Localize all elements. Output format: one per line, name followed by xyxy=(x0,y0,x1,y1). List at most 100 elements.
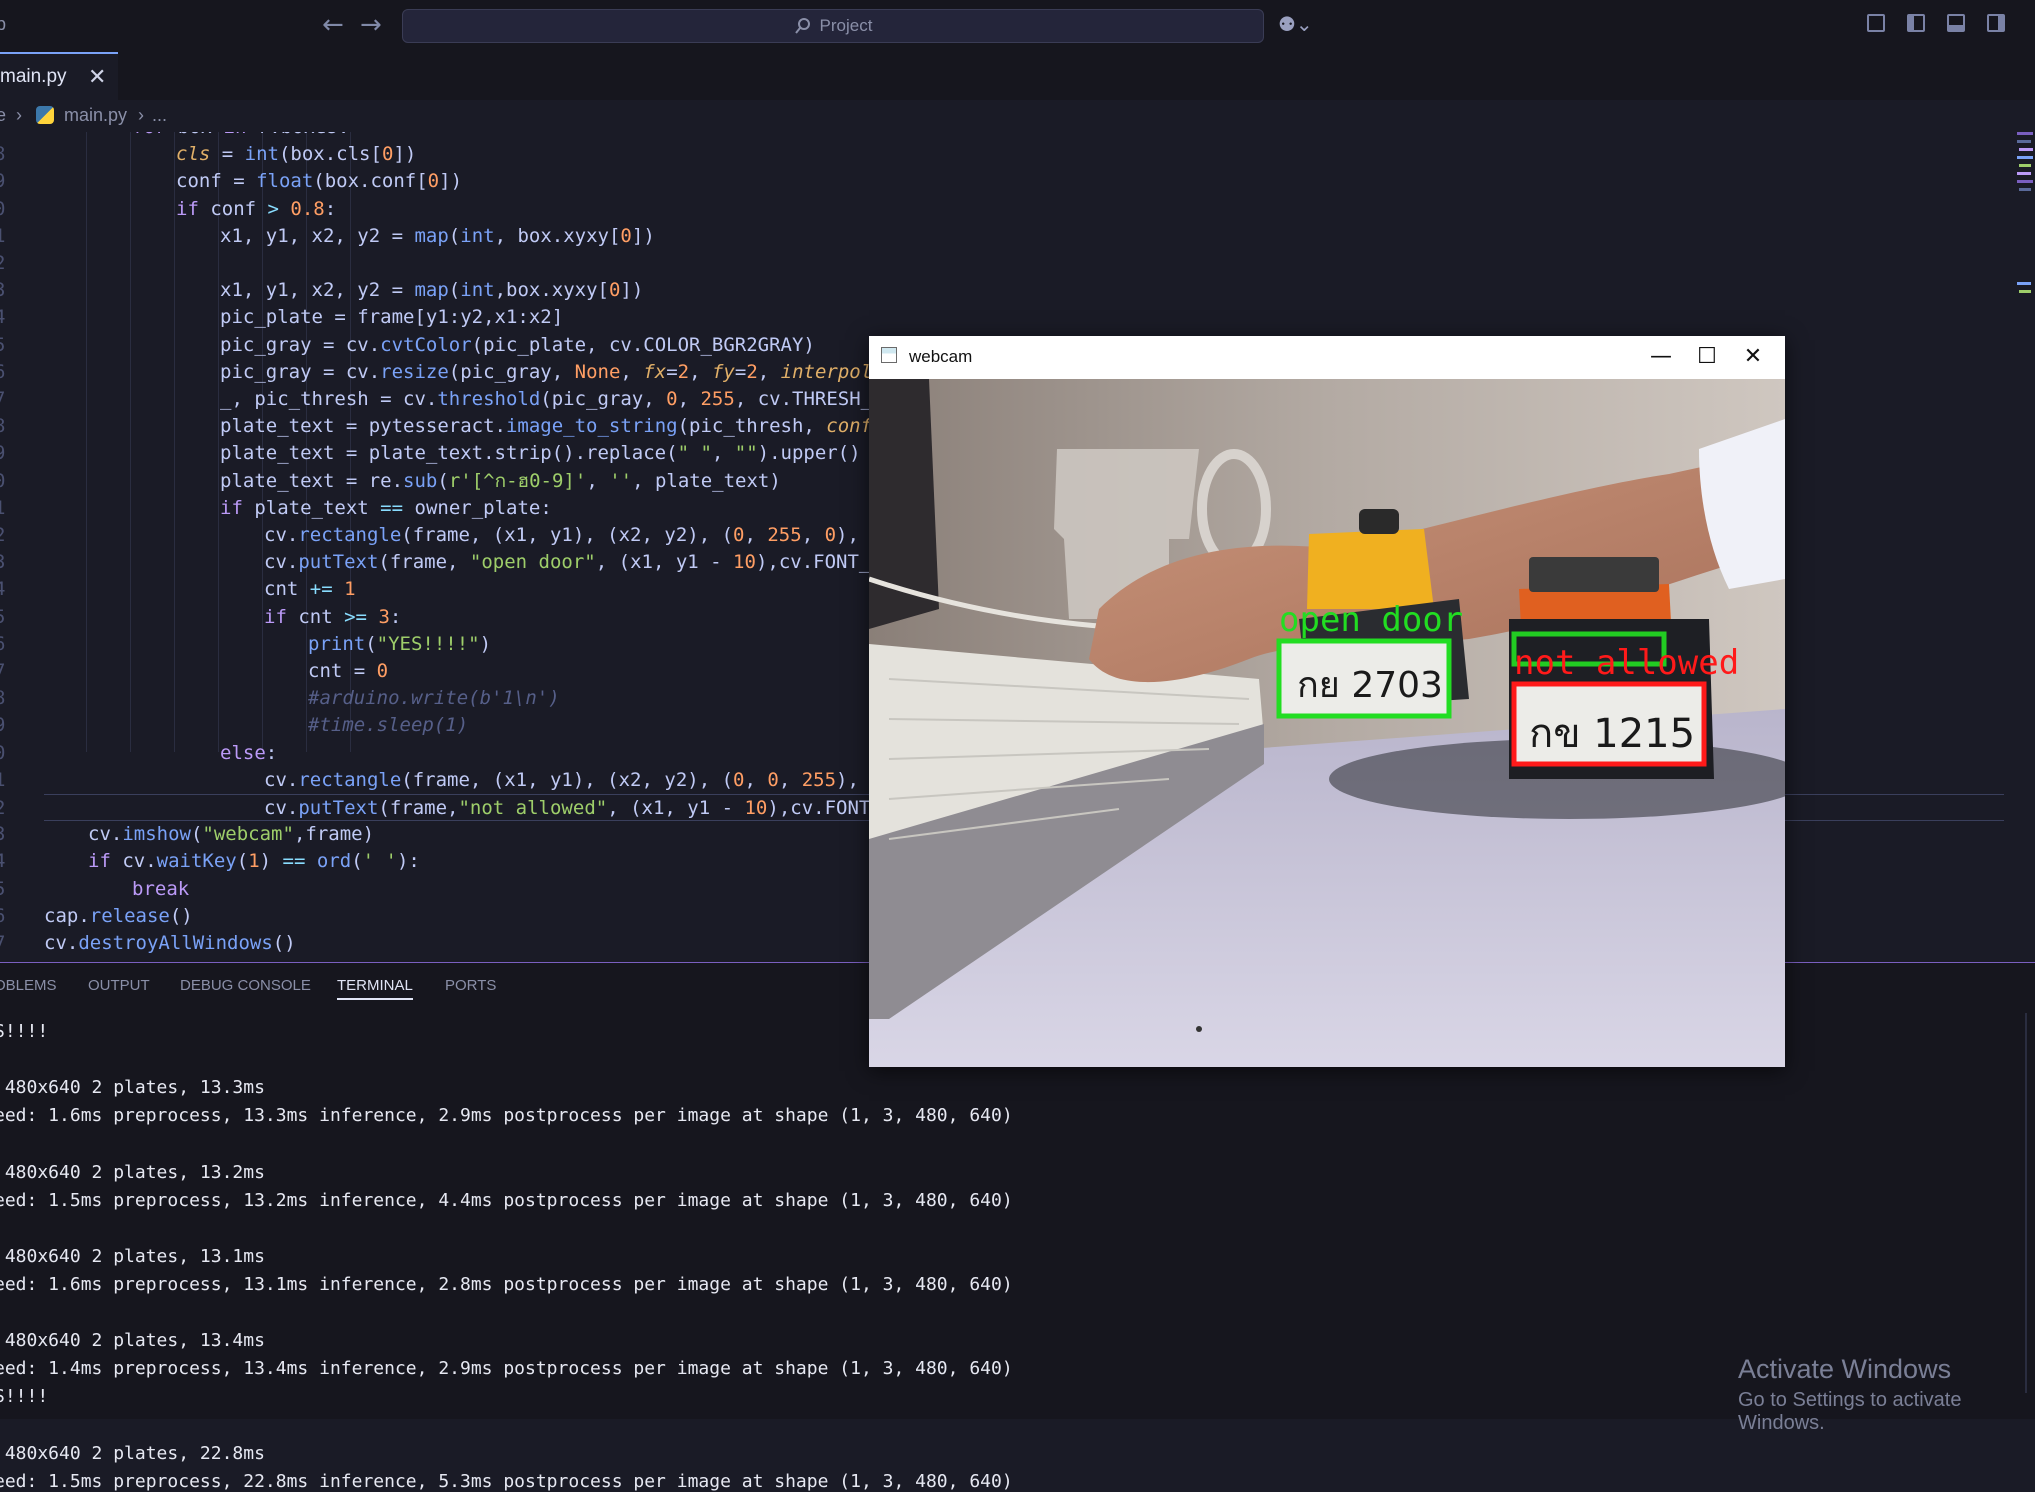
code-token: 1 xyxy=(248,850,260,873)
webcam-title-bar[interactable]: webcam — ☐ ✕ xyxy=(869,336,1785,379)
code-line[interactable]: 2 xyxy=(0,250,2000,277)
code-token: x1, y1, x2, y2 = xyxy=(220,224,415,247)
code-line[interactable]: 7 for box in r.boxes: xyxy=(0,132,2000,141)
code-token: ( xyxy=(437,469,449,492)
plate-text-red: กข 1215 xyxy=(1529,711,1695,757)
code-token: ( xyxy=(448,279,461,302)
line-number: 9 xyxy=(0,168,14,195)
desk-speck xyxy=(1196,1026,1202,1032)
tab-problems[interactable]: OBLEMS xyxy=(0,977,57,994)
copilot-icon[interactable]: ⚉⌄ xyxy=(1278,12,1313,36)
code-token: ]) xyxy=(393,143,417,166)
code-token: in xyxy=(224,132,258,138)
code-line[interactable]: 3 x1, y1, x2, y2 = map(int,box.xyxy[0]) xyxy=(0,277,2000,304)
code-token: cv. xyxy=(88,823,123,846)
code-token: imshow xyxy=(122,823,191,846)
breadcrumb-folder[interactable]: e xyxy=(0,105,6,126)
python-file-icon xyxy=(36,106,54,124)
minimap[interactable] xyxy=(2015,132,2035,312)
code-line[interactable]: 4 pic_plate = frame[y1:y2,x1:x2] xyxy=(0,304,2000,331)
tab-ports[interactable]: PORTS xyxy=(445,977,496,994)
code-token: "open door" xyxy=(469,551,596,574)
line-code: cv.rectangle(frame, (x1, y1), (x2, y2), … xyxy=(264,522,893,549)
code-token: ) xyxy=(259,850,283,873)
code-line[interactable]: 9 conf = float(box.conf[0]) xyxy=(0,168,2000,195)
minimize-button[interactable]: — xyxy=(1641,342,1681,372)
terminal-line: eed: 1.6ms preprocess, 13.3ms inference,… xyxy=(0,1105,1013,1127)
code-token: cv. xyxy=(264,524,299,546)
tab-main-py[interactable]: main.py ✕ xyxy=(0,52,118,100)
line-number: 8 xyxy=(0,141,14,168)
close-window-button[interactable]: ✕ xyxy=(1733,342,1773,372)
editor-tab-bar: main.py ✕ xyxy=(0,52,2035,100)
line-code: if conf > 0.8: xyxy=(176,196,336,223)
code-token: destroyAllWindows xyxy=(78,932,273,954)
toggle-secondary-sidebar-icon[interactable] xyxy=(1987,14,2005,32)
toggle-panel-icon[interactable] xyxy=(1947,14,1965,32)
terminal-scrollbar[interactable] xyxy=(2025,1013,2027,1393)
code-token: fx xyxy=(643,360,667,383)
code-token: pic_gray = cv. xyxy=(220,333,381,356)
line-code: cv.putText(frame,"not allowed", (x1, y1 … xyxy=(264,795,962,822)
tab-output[interactable]: OUTPUT xyxy=(88,977,150,994)
code-token: cnt xyxy=(298,605,345,628)
code-token: ( xyxy=(365,632,377,655)
line-code: cv.putText(frame, "open door", (x1, y1 -… xyxy=(264,549,950,576)
terminal-line: 480x640 2 plates, 22.8ms xyxy=(0,1442,265,1464)
line-number: 5 xyxy=(0,604,14,631)
code-token: 0 xyxy=(381,143,394,166)
code-token: cnt = xyxy=(308,660,377,682)
code-token: pic_gray = cv. xyxy=(220,360,381,383)
breadcrumb-file[interactable]: main.py xyxy=(64,105,127,126)
code-token: (frame, (x1, y1), (x2, y2), ( xyxy=(401,768,734,791)
line-number: 1 xyxy=(0,223,14,250)
code-token: 10 xyxy=(733,551,756,574)
code-token: "" xyxy=(734,442,758,465)
customize-layout-icon[interactable] xyxy=(1867,14,1885,32)
line-number: 8 xyxy=(0,413,14,440)
breadcrumb-symbol[interactable]: ... xyxy=(152,105,167,126)
command-center-search[interactable]: Project xyxy=(402,9,1264,43)
close-icon[interactable]: ✕ xyxy=(88,64,106,90)
code-token: , xyxy=(801,524,825,546)
toggle-primary-sidebar-icon[interactable] xyxy=(1907,14,1925,32)
code-token: (box.cls[ xyxy=(278,143,382,166)
code-token: ' ' xyxy=(362,850,397,873)
code-line[interactable]: 0 if conf > 0.8: xyxy=(0,196,2000,223)
code-token: int xyxy=(460,279,495,302)
line-number: 6 xyxy=(0,631,14,658)
code-token: 0.8 xyxy=(290,197,325,220)
watermark-title: Activate Windows xyxy=(1738,1354,1952,1384)
terminal-line: eed: 1.6ms preprocess, 13.1ms inference,… xyxy=(0,1273,1013,1295)
title-bar: p ← → Project ⚉⌄ xyxy=(0,0,2035,52)
line-number: 6 xyxy=(0,903,14,930)
forward-arrow-icon[interactable]: → xyxy=(360,10,382,40)
line-number: 8 xyxy=(0,685,14,712)
code-line[interactable]: 8 cls = int(box.cls[0]) xyxy=(0,141,2000,168)
code-token: cvtColor xyxy=(380,333,472,356)
tab-debug-console[interactable]: DEBUG CONSOLE xyxy=(180,977,311,994)
line-number: 0 xyxy=(0,468,14,495)
code-token: ( xyxy=(351,850,363,873)
code-token: owner_plate: xyxy=(403,496,552,519)
code-token: #time.sleep(1) xyxy=(308,714,469,737)
maximize-button[interactable]: ☐ xyxy=(1687,342,1727,372)
tab-terminal[interactable]: TERMINAL xyxy=(337,977,413,1000)
code-token: , box.xyxy[ xyxy=(494,224,621,247)
back-arrow-icon[interactable]: ← xyxy=(322,10,344,40)
code-token: , (x1, y1 - xyxy=(595,551,734,574)
webcam-window[interactable]: webcam — ☐ ✕ กย 2703 open door กข 1215 n… xyxy=(869,336,1785,1067)
line-number: 5 xyxy=(0,332,14,359)
code-token: conf = xyxy=(176,170,257,193)
code-token: = xyxy=(734,360,747,383)
code-token: plate_text = re. xyxy=(220,469,404,492)
breadcrumb-separator: › xyxy=(138,105,144,125)
terminal-line: S!!!! xyxy=(0,1386,49,1408)
code-token: print xyxy=(308,632,366,655)
line-code: #time.sleep(1) xyxy=(308,712,468,739)
breadcrumb: e › main.py › ... xyxy=(0,100,2035,132)
code-token: ).upper() xyxy=(757,442,861,465)
code-line[interactable]: 1 x1, y1, x2, y2 = map(int, box.xyxy[0]) xyxy=(0,223,2000,250)
code-token: 255 xyxy=(767,524,802,546)
